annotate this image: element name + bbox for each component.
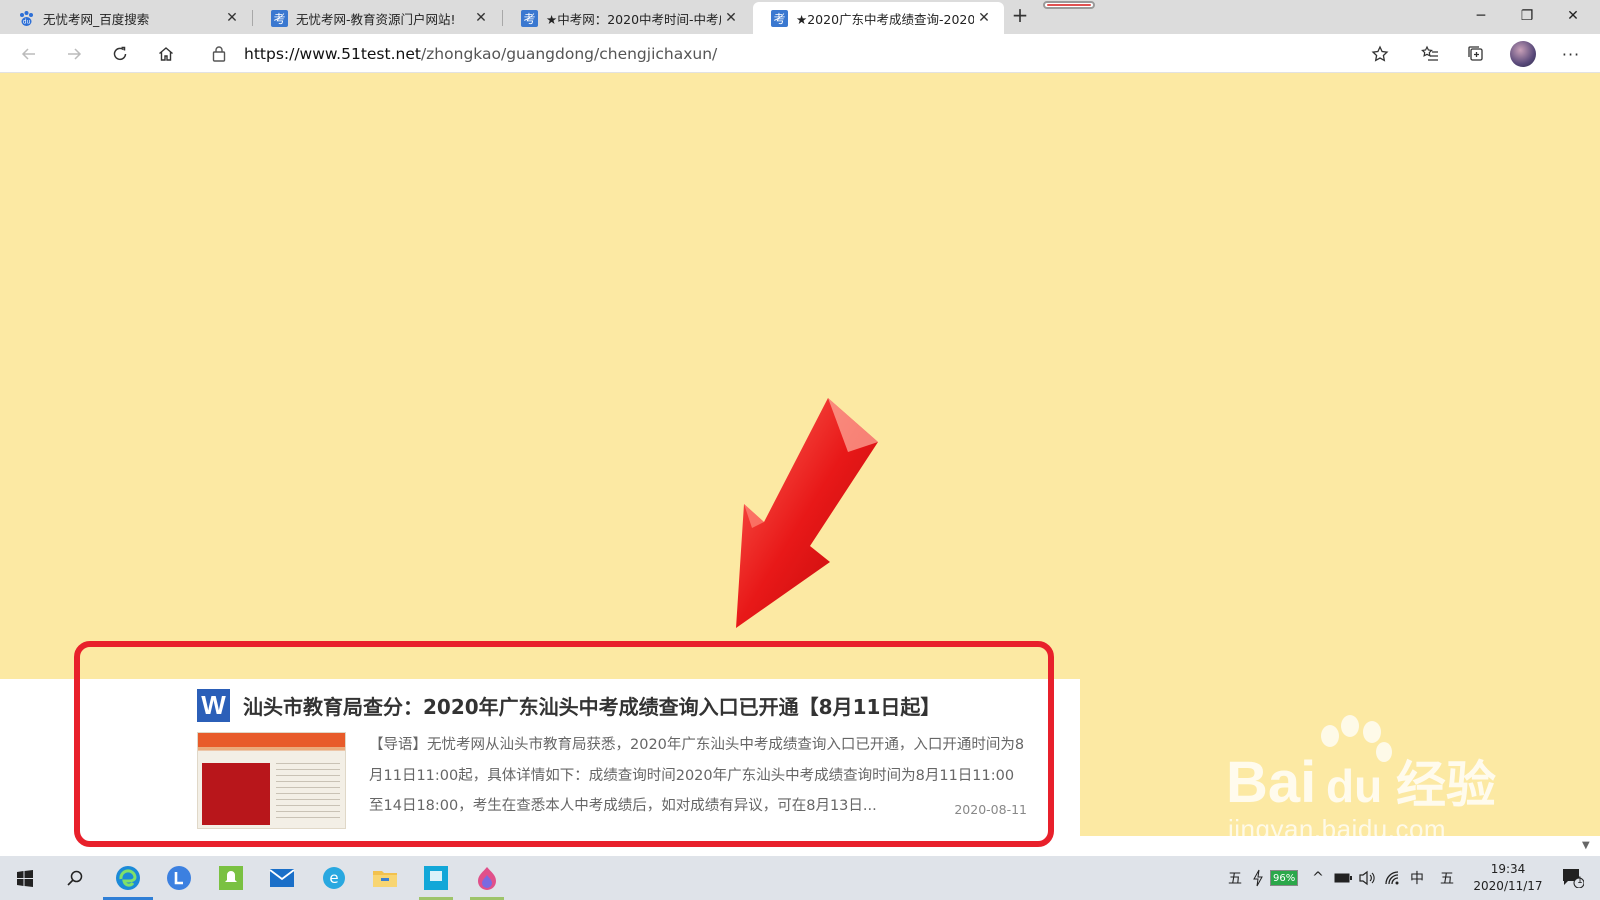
svg-text:e: e (329, 869, 338, 887)
browser-toolbar: https://www.51test.net/zhongkao/guangdon… (0, 34, 1600, 73)
refresh-button[interactable] (104, 39, 136, 69)
watermark-url: jingyan.baidu.com (1228, 814, 1447, 844)
folder-icon (373, 871, 397, 887)
profile-avatar[interactable] (1510, 41, 1536, 67)
address-bar[interactable]: https://www.51test.net/zhongkao/guangdon… (196, 38, 1401, 69)
taskbar-app-cyan[interactable] (411, 856, 461, 900)
red-pointer-arrow-icon (736, 398, 878, 628)
tab-title: 无忧考网-教育资源门户网站! (296, 11, 456, 27)
close-icon[interactable]: ✕ (974, 10, 994, 26)
clock-date: 2020/11/17 (1473, 879, 1543, 893)
svg-text:Bai: Bai (1226, 750, 1316, 814)
start-button[interactable] (0, 856, 50, 900)
l-app-icon (167, 866, 191, 890)
minimize-button[interactable]: ─ (1458, 4, 1504, 28)
search-icon (67, 870, 83, 886)
51test-icon: 考 (271, 9, 288, 27)
charging-bolt-icon (1250, 856, 1266, 900)
collections-icon (1468, 46, 1483, 61)
tab-baidu-search[interactable]: du 无忧考网_百度搜索 ✕ (0, 2, 252, 34)
tab-51test-home[interactable]: 考 无忧考网-教育资源门户网站! ✕ (253, 2, 501, 34)
baidu-jingyan-logo: Bai du 经验 (1226, 715, 1496, 815)
taskbar-edge[interactable] (103, 856, 153, 900)
star-icon (1371, 45, 1389, 62)
ellipsis-icon: ··· (1561, 44, 1581, 64)
chevron-up-icon[interactable]: ^ (1308, 856, 1328, 900)
scroll-down-arrow-icon[interactable]: ▼ (1582, 840, 1590, 851)
ie-browser-icon: e (323, 867, 345, 889)
51test-icon: 考 (521, 9, 538, 27)
tab-zhongkao[interactable]: 考 ★中考网：2020中考时间-中考成 ✕ (503, 2, 751, 34)
red-highlight-box (74, 641, 1054, 847)
taskbar-app-green[interactable] (206, 856, 256, 900)
green-app-icon (219, 866, 243, 890)
mail-icon (269, 869, 295, 887)
tab-guangdong-scores[interactable]: 考 ★2020广东中考成绩查询-2020年 ✕ (753, 2, 1004, 34)
svg-text:经验: 经验 (1396, 756, 1496, 814)
taskbar-app-flame[interactable] (462, 856, 512, 900)
forward-arrow-icon (68, 48, 82, 60)
cyan-app-icon (424, 866, 448, 890)
svg-text:du: du (23, 18, 31, 25)
lock-icon[interactable] (210, 45, 228, 62)
new-tab-button[interactable]: + (1008, 4, 1032, 28)
more-options-button[interactable]: ··· (1555, 39, 1587, 69)
speaker-icon[interactable] (1356, 856, 1378, 900)
svg-text:考: 考 (523, 12, 535, 26)
baidu-paw-icon: du (18, 10, 35, 27)
taskbar-ie[interactable]: e (309, 856, 359, 900)
back-button[interactable] (13, 39, 45, 69)
svg-text:du: du (1326, 760, 1382, 812)
taskbar-file-explorer[interactable] (360, 856, 410, 900)
favorite-star-button[interactable] (1364, 39, 1396, 69)
close-window-button[interactable]: ✕ (1550, 4, 1596, 28)
favorites-list-icon (1421, 45, 1438, 61)
wifi-icon[interactable] (1382, 856, 1404, 900)
clock-time: 19:34 (1490, 862, 1526, 876)
taskbar: e 五 96% ^ 中 五 19:34 2020/11/17 1 (0, 856, 1600, 900)
tab-strip: du 无忧考网_百度搜索 ✕ 考 无忧考网-教育资源门户网站! ✕ 考 ★中考网… (0, 0, 1600, 34)
battery-indicator[interactable]: 96% (1270, 870, 1299, 886)
tab-title: ★2020广东中考成绩查询-2020年 (796, 11, 974, 27)
media-indicator[interactable] (1043, 1, 1095, 9)
tab-title: 无忧考网_百度搜索 (43, 11, 150, 27)
home-icon (159, 47, 173, 61)
notification-center-icon[interactable]: 1 (1556, 856, 1590, 900)
home-button[interactable] (150, 39, 182, 69)
ime-mode-indicator[interactable]: 五 (1224, 856, 1246, 900)
url-path: /zhongkao/guangdong/chengjichaxun/ (420, 44, 718, 63)
refresh-icon (113, 46, 127, 61)
close-icon[interactable]: ✕ (222, 10, 242, 26)
page-content: W 汕头市教育局查分：2020年广东汕头中考成绩查询入口已开通【8月11日起】 … (0, 74, 1600, 856)
baidu-jingyan-watermark: Bai du 经验 jingyan.baidu.com (1226, 714, 1526, 854)
url-text: https://www.51test.net/zhongkao/guangdon… (244, 45, 717, 63)
ime-language-indicator[interactable]: 中 (1406, 856, 1428, 900)
back-arrow-icon (21, 48, 35, 60)
taskbar-app-l[interactable] (154, 856, 204, 900)
notification-count: 1 (1577, 876, 1583, 886)
search-button[interactable] (50, 856, 100, 900)
tab-title: ★中考网：2020中考时间-中考成 (546, 11, 721, 27)
url-host: https://www.51test.net (244, 44, 421, 63)
collections-button[interactable] (1460, 39, 1492, 69)
restore-button[interactable]: ❐ (1504, 4, 1550, 28)
battery-icon[interactable] (1332, 856, 1354, 900)
51test-icon: 考 (771, 9, 788, 27)
close-icon[interactable]: ✕ (471, 10, 491, 26)
svg-text:考: 考 (273, 12, 285, 26)
ime-mode-indicator-2[interactable]: 五 (1436, 856, 1458, 900)
svg-text:考: 考 (773, 12, 785, 26)
system-clock[interactable]: 19:34 2020/11/17 (1468, 861, 1548, 895)
edge-browser-icon (116, 866, 140, 890)
flame-app-icon (478, 867, 496, 890)
taskbar-mail[interactable] (257, 856, 307, 900)
forward-button[interactable] (58, 39, 90, 69)
favorites-button[interactable] (1414, 39, 1446, 69)
close-icon[interactable]: ✕ (721, 10, 741, 26)
windows-logo-icon (17, 870, 33, 887)
